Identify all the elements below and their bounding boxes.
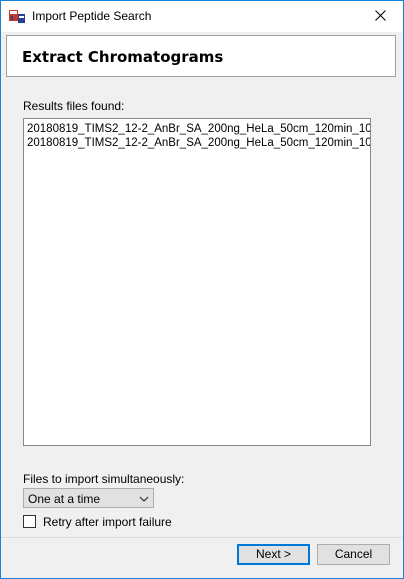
files-simultaneous-value: One at a time — [28, 492, 101, 506]
files-simultaneous-select[interactable]: One at a time — [23, 488, 154, 508]
retry-label[interactable]: Retry after import failure — [43, 515, 172, 529]
next-button[interactable]: Next > — [237, 544, 310, 565]
results-files-list[interactable]: 20180819_TIMS2_12-2_AnBr_SA_200ng_HeLa_5… — [23, 118, 371, 446]
retry-checkbox[interactable] — [23, 515, 36, 528]
list-item[interactable]: 20180819_TIMS2_12-2_AnBr_SA_200ng_HeLa_5… — [24, 136, 370, 150]
close-button[interactable] — [357, 1, 403, 32]
cancel-button[interactable]: Cancel — [317, 544, 390, 565]
files-simultaneous-label: Files to import simultaneously: — [23, 472, 185, 486]
footer-divider — [1, 537, 403, 538]
results-files-label: Results files found: — [23, 99, 125, 113]
page-title: Extract Chromatograms — [22, 48, 224, 66]
chevron-down-icon — [139, 493, 149, 503]
list-item[interactable]: 20180819_TIMS2_12-2_AnBr_SA_200ng_HeLa_5… — [24, 122, 370, 136]
dialog-content: Extract Chromatograms Results files foun… — [1, 32, 403, 578]
close-icon — [374, 9, 386, 24]
skyline-app-icon — [9, 8, 25, 24]
page-header: Extract Chromatograms — [6, 35, 396, 77]
title-bar[interactable]: Import Peptide Search — [1, 1, 403, 32]
window-title: Import Peptide Search — [32, 9, 152, 23]
import-peptide-search-window: Import Peptide Search Extract Chromatogr… — [0, 0, 404, 579]
